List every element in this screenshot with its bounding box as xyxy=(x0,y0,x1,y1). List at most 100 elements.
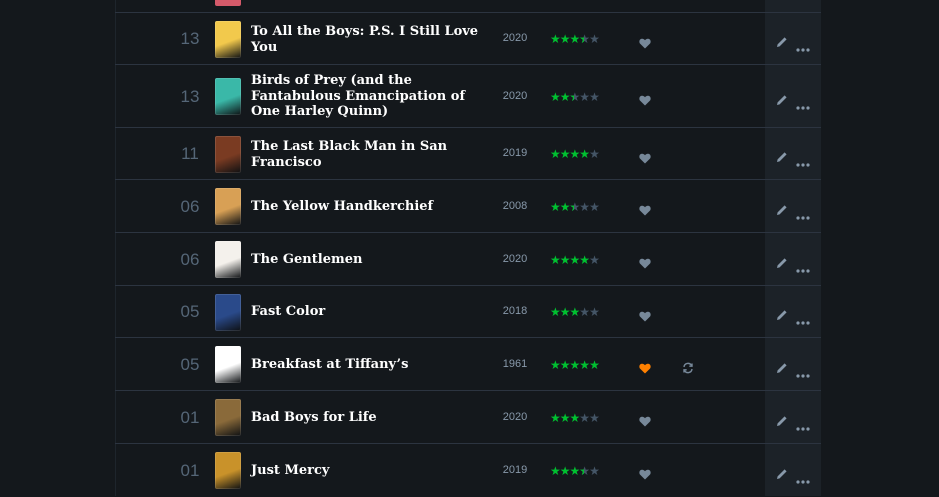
edit-icon[interactable] xyxy=(776,465,788,479)
star-full-icon: ★ xyxy=(579,147,590,161)
star-full-icon: ★ xyxy=(550,305,561,319)
poster-thumbnail[interactable] xyxy=(215,20,241,58)
diary-row[interactable]: 06The Yellow Handkerchief2008★★★★★★ xyxy=(115,179,821,233)
heart-icon[interactable] xyxy=(639,307,651,321)
star-full-icon: ★ xyxy=(559,32,571,46)
star-full-icon: ★ xyxy=(550,357,561,372)
day-number[interactable]: 05 xyxy=(175,355,205,375)
film-title[interactable]: To All the Boys: P.S. I Still Love You xyxy=(251,24,481,55)
star-empty-icon: ★ xyxy=(589,410,600,425)
day-number[interactable]: 01 xyxy=(175,408,205,428)
star-full-icon: ★ xyxy=(559,410,571,425)
star-half-icon: ★★ xyxy=(579,32,590,46)
star-rating: ★★★★★★ xyxy=(550,89,600,104)
heart-icon[interactable] xyxy=(639,149,651,163)
edit-icon[interactable] xyxy=(776,412,788,426)
more-options-icon[interactable] xyxy=(796,416,810,431)
star-empty-icon: ★ xyxy=(589,305,600,319)
release-year[interactable]: 2020 xyxy=(501,253,529,265)
day-number[interactable]: 13 xyxy=(175,87,205,107)
edit-icon[interactable] xyxy=(776,148,788,162)
heart-liked-icon[interactable] xyxy=(639,359,651,374)
star-half-fill: ★ xyxy=(570,201,575,213)
star-full-icon: ★ xyxy=(550,32,561,46)
release-year[interactable]: 2020 xyxy=(501,90,529,102)
edit-icon[interactable] xyxy=(776,359,788,373)
star-half-icon: ★★ xyxy=(569,199,581,214)
star-full-icon: ★ xyxy=(579,252,590,267)
film-title[interactable]: The Gentlemen xyxy=(251,252,481,268)
star-half-fill: ★ xyxy=(570,91,575,103)
poster-thumbnail[interactable] xyxy=(215,78,241,115)
diary-row[interactable]: 01 Bad Boys for Life 2020 ★★★★★ xyxy=(115,390,821,444)
star-full-icon: ★ xyxy=(589,357,600,372)
star-rating: ★★★★★★ xyxy=(550,199,600,214)
edit-icon[interactable] xyxy=(776,33,788,47)
more-options-icon[interactable] xyxy=(796,37,810,52)
more-options-icon[interactable] xyxy=(796,310,810,325)
release-year[interactable]: 1961 xyxy=(501,358,529,370)
star-empty-icon: ★ xyxy=(589,89,600,104)
more-options-icon[interactable] xyxy=(796,205,810,220)
edit-icon[interactable] xyxy=(776,254,788,268)
edit-icon[interactable] xyxy=(776,201,788,215)
star-empty-icon: ★ xyxy=(579,410,590,425)
edit-icon[interactable] xyxy=(776,306,788,320)
poster-thumbnail[interactable] xyxy=(215,241,241,278)
poster-thumbnail[interactable] xyxy=(215,135,241,173)
poster-thumbnail[interactable] xyxy=(215,293,241,331)
more-options-icon[interactable] xyxy=(796,258,810,273)
film-title[interactable]: Breakfast at Tiffany’s xyxy=(251,357,481,373)
diary-row[interactable]: 13 To All the Boys: P.S. I Still Love You… xyxy=(115,12,821,65)
day-number[interactable]: 05 xyxy=(175,302,205,322)
star-rating: ★★★★★ xyxy=(550,305,600,319)
diary-row[interactable]: 01Just Mercy2019★★★★★★ xyxy=(115,443,821,497)
diary-row[interactable]: 13 Birds of Prey (and the Fantabulous Ema… xyxy=(115,64,821,128)
film-title[interactable]: Just Mercy xyxy=(251,463,481,479)
heart-icon[interactable] xyxy=(639,201,651,216)
release-year[interactable]: 2019 xyxy=(501,147,529,159)
diary-row[interactable]: 11 The Last Black Man in San Francisco 201… xyxy=(115,127,821,180)
poster-thumbnail[interactable] xyxy=(215,346,241,383)
film-title[interactable]: Birds of Prey (and the Fantabulous Emanc… xyxy=(251,73,481,120)
day-number[interactable]: 06 xyxy=(175,250,205,270)
more-options-icon[interactable] xyxy=(796,95,810,110)
diary-row[interactable]: 06 The Gentlemen 2020 ★★★★★ xyxy=(115,232,821,286)
poster-thumbnail[interactable] xyxy=(215,188,241,225)
star-rating: ★★★★★★ xyxy=(550,32,600,46)
star-full-icon: ★ xyxy=(559,147,571,161)
diary-row[interactable]: 05 Breakfast at Tiffany’s 1961 ★★★★★ xyxy=(115,337,821,391)
star-full-icon: ★ xyxy=(569,147,581,161)
heart-icon[interactable] xyxy=(639,254,651,269)
day-number[interactable]: 01 xyxy=(175,461,205,481)
release-year[interactable]: 2020 xyxy=(501,411,529,423)
release-year[interactable]: 2020 xyxy=(501,32,529,44)
heart-icon[interactable] xyxy=(639,34,651,48)
film-title[interactable]: The Yellow Handkerchief xyxy=(251,199,481,215)
heart-icon[interactable] xyxy=(639,91,651,106)
heart-icon[interactable] xyxy=(639,465,651,480)
more-options-icon[interactable] xyxy=(796,152,810,167)
poster-thumbnail[interactable] xyxy=(215,399,241,436)
star-full-icon: ★ xyxy=(550,463,561,478)
day-number[interactable]: 11 xyxy=(175,144,205,164)
film-title[interactable]: The Last Black Man in San Francisco xyxy=(251,139,481,170)
poster-thumbnail[interactable] xyxy=(215,452,241,489)
star-half-icon: ★★ xyxy=(569,89,581,104)
more-options-icon[interactable] xyxy=(796,469,810,484)
film-title[interactable]: Fast Color xyxy=(251,304,481,320)
poster-thumbnail[interactable] xyxy=(215,0,241,6)
release-year[interactable]: 2019 xyxy=(501,464,529,476)
more-options-icon[interactable] xyxy=(796,363,810,378)
edit-icon[interactable] xyxy=(776,91,788,105)
day-number[interactable]: 06 xyxy=(175,197,205,217)
release-year[interactable]: 2018 xyxy=(501,305,529,317)
film-title[interactable]: Bad Boys for Life xyxy=(251,410,481,426)
star-empty-icon: ★ xyxy=(589,199,600,214)
day-number[interactable]: 13 xyxy=(175,29,205,49)
star-empty-icon: ★ xyxy=(589,463,600,478)
release-year[interactable]: 2008 xyxy=(501,200,529,212)
diary-row[interactable]: 05 Fast Color 2018 ★★★★★ xyxy=(115,285,821,338)
star-full-icon: ★ xyxy=(569,305,581,319)
heart-icon[interactable] xyxy=(639,412,651,427)
